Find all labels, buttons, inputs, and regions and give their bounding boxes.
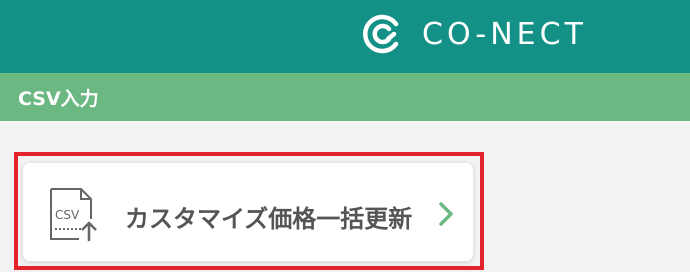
app-header: CO-NECT	[0, 0, 690, 73]
menu-item-label: カスタマイズ価格一括更新	[125, 205, 413, 233]
section-title: CSV入力	[18, 87, 99, 110]
conect-logo-icon	[363, 14, 399, 54]
section-bar: CSV入力	[0, 73, 690, 121]
brand[interactable]: CO-NECT	[360, 12, 587, 56]
brand-name: CO-NECT	[422, 16, 587, 52]
chevron-right-icon	[439, 202, 453, 226]
csv-icon-text: CSV	[55, 208, 80, 222]
csv-upload-icon: CSV	[50, 188, 97, 241]
menu-item-bulk-price-update[interactable]: CSV カスタマイズ価格一括更新	[22, 162, 474, 262]
